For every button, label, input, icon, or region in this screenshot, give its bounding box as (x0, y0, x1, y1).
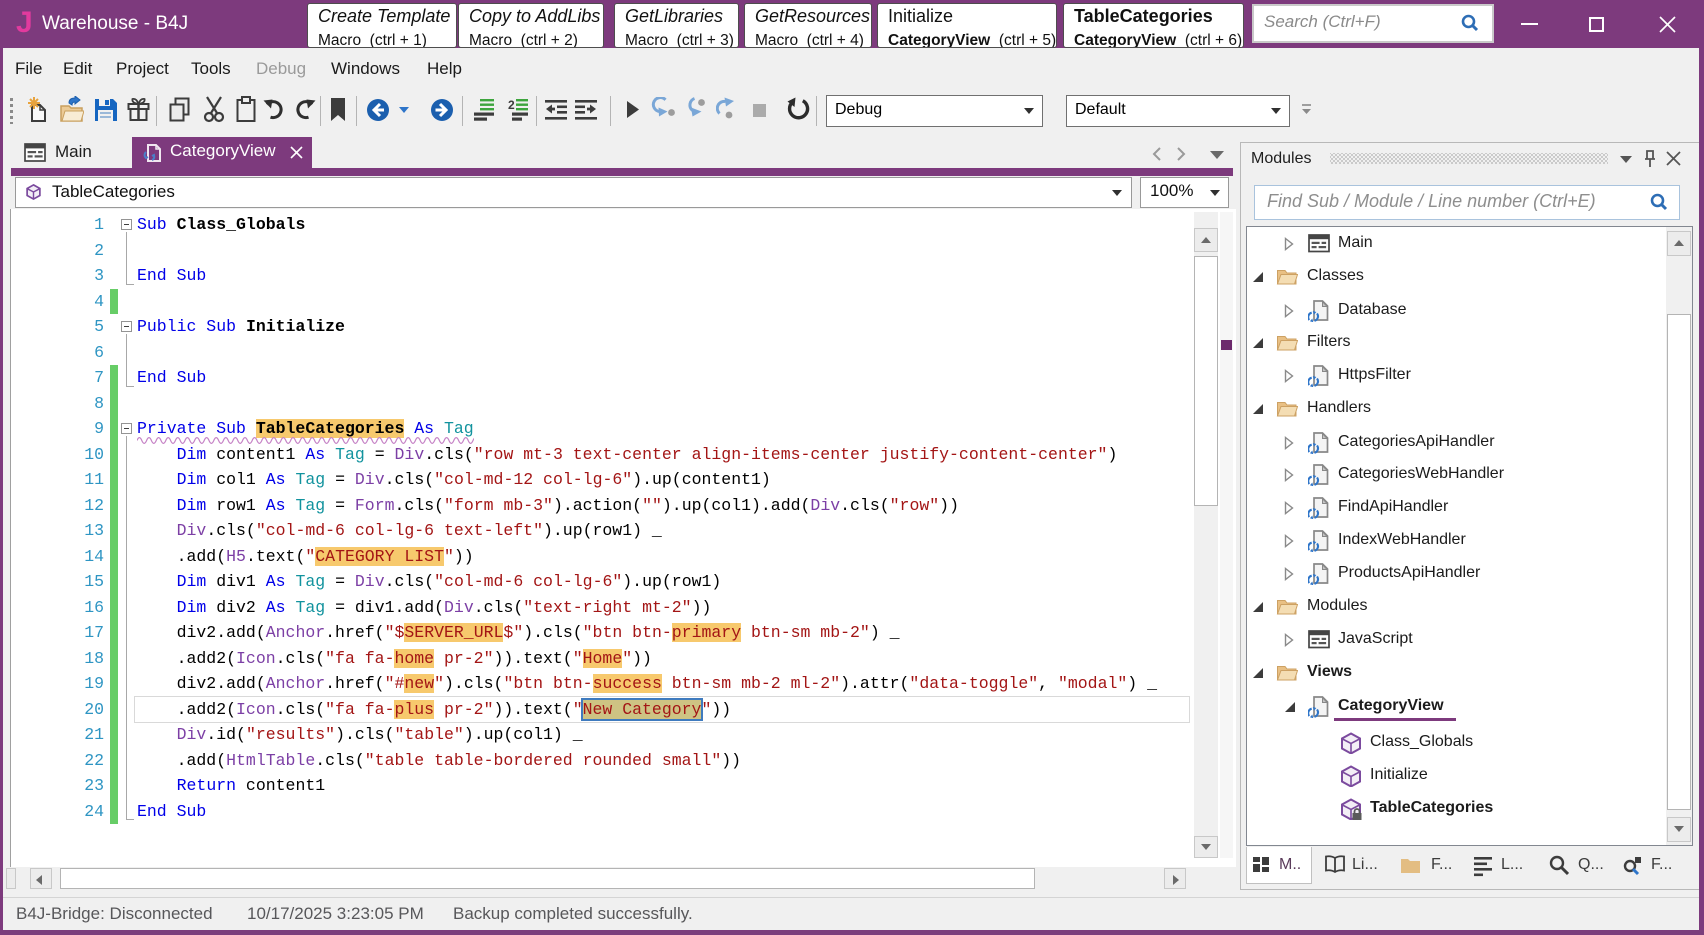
svg-text:2: 2 (508, 99, 515, 112)
